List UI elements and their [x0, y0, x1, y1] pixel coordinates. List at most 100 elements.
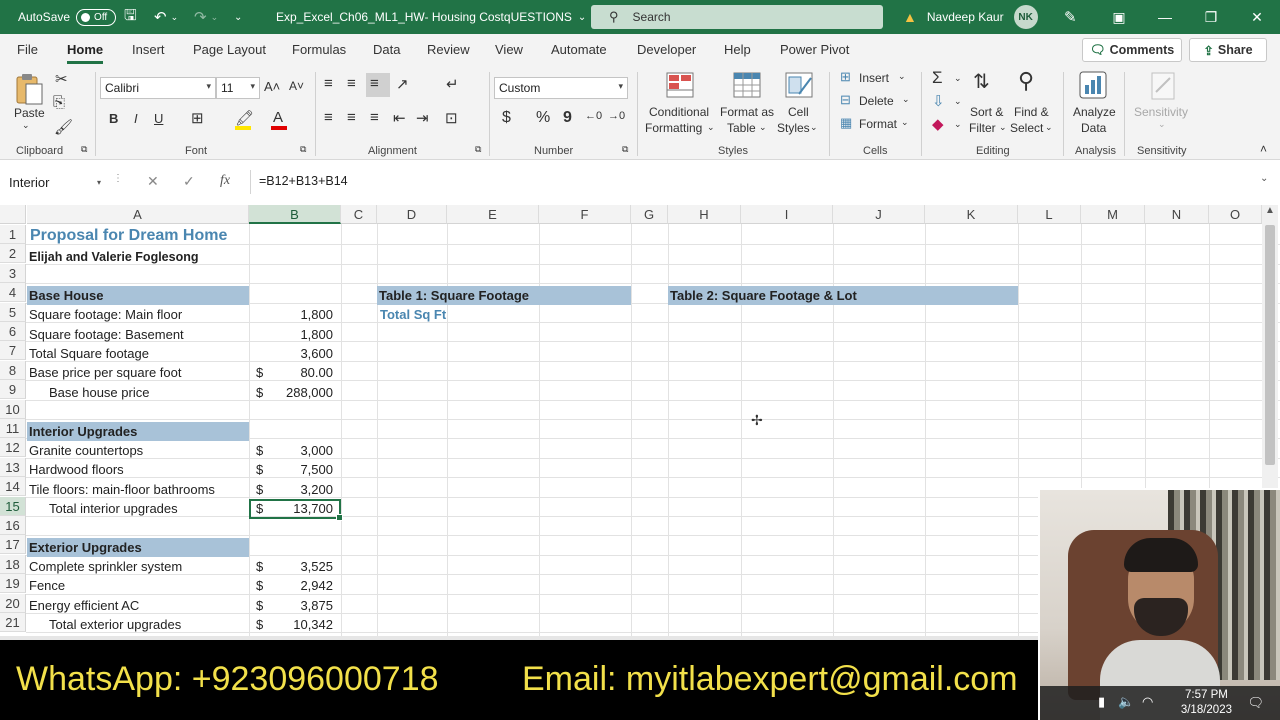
column-header-d[interactable]: D [377, 205, 447, 224]
notification-icon[interactable]: 🗨 [1247, 695, 1264, 711]
tab-formulas[interactable]: Formulas [292, 42, 346, 57]
column-header-k[interactable]: K [925, 205, 1018, 224]
insert-cells-button[interactable]: Insert [859, 71, 889, 85]
find-select-label-2[interactable]: Select [1010, 121, 1043, 135]
cell-a5[interactable]: Square footage: Main floor [29, 305, 182, 324]
share-button[interactable]: ⇪ Share [1189, 38, 1267, 62]
row-header-5[interactable]: 5 [0, 303, 26, 322]
increase-font-icon[interactable]: A˄ [264, 79, 280, 94]
dialog-launcher-icon[interactable]: ⧉ [300, 144, 306, 155]
cell-a15[interactable]: Total interior upgrades [49, 499, 178, 518]
cell-a21[interactable]: Total exterior upgrades [49, 615, 181, 634]
cell-a12[interactable]: Granite countertops [29, 441, 143, 460]
cell-a7[interactable]: Total Square footage [29, 344, 149, 363]
ribbon-display-icon[interactable]: ▣ [1096, 9, 1142, 26]
autosave-control[interactable]: AutoSave Off [18, 0, 117, 34]
row-header-11[interactable]: 11 [0, 419, 26, 438]
font-size-combo[interactable]: 11 ▾ [216, 77, 260, 99]
row-header-12[interactable]: 12 [0, 438, 26, 457]
minimize-icon[interactable]: — [1142, 9, 1188, 25]
cell-b18[interactable]: 3,525 [300, 557, 333, 576]
cell-a13[interactable]: Hardwood floors [29, 460, 124, 479]
user-account[interactable]: ▲ Navdeep Kaur NK [903, 0, 1038, 34]
cell-b8[interactable]: 80.00 [300, 363, 333, 382]
format-cells-button[interactable]: Format [859, 117, 897, 131]
currency-button[interactable]: $ [502, 109, 511, 127]
cell-b5[interactable]: 1,800 [300, 305, 333, 324]
copy-icon[interactable]: ⎘ [53, 94, 65, 111]
cell-a2[interactable]: Elijah and Valerie Foglesong [29, 248, 199, 267]
cell-a4[interactable]: Base House [29, 286, 103, 305]
cell-styles-label-1[interactable]: Cell [788, 105, 809, 119]
volume-icon[interactable]: 🔈 [1118, 694, 1134, 710]
cell-b13[interactable]: 7,500 [300, 460, 333, 479]
merge-center-icon[interactable]: ⊡ [445, 109, 458, 127]
row-header-16[interactable]: 16 [0, 516, 26, 535]
sort-filter-label-2[interactable]: Filter [969, 121, 996, 135]
sort-filter-label-1[interactable]: Sort & [970, 105, 1003, 119]
sort-filter-icon[interactable]: ⇅ [973, 69, 990, 94]
cell-a6[interactable]: Square footage: Basement [29, 325, 184, 344]
align-top-icon[interactable]: ≡ [324, 75, 333, 92]
expand-formula-icon[interactable]: ⌄ [1260, 173, 1268, 184]
format-cells-icon[interactable]: ▦ [840, 115, 852, 131]
row-header-14[interactable]: 14 [0, 477, 26, 496]
formula-input[interactable]: =B12+B13+B14 [259, 174, 348, 188]
decrease-decimal-icon[interactable]: →0 [608, 110, 625, 122]
row-header-1[interactable]: 1 [0, 225, 26, 244]
autosave-toggle[interactable]: Off [76, 8, 117, 26]
cell-styles-label-2[interactable]: Styles [777, 121, 810, 135]
row-header-13[interactable]: 13 [0, 458, 26, 477]
row-header-19[interactable]: 19 [0, 574, 26, 593]
tab-developer[interactable]: Developer [637, 42, 696, 57]
analyze-data-label-1[interactable]: Analyze [1073, 105, 1116, 119]
delete-cells-button[interactable]: Delete [859, 94, 894, 108]
orientation-icon[interactable]: ↗ [396, 75, 409, 93]
pen-icon[interactable]: ✎ [1064, 0, 1077, 34]
tab-page-layout[interactable]: Page Layout [193, 42, 266, 57]
row-header-6[interactable]: 6 [0, 322, 26, 341]
delete-cells-icon[interactable]: ⊟ [840, 92, 851, 108]
redo-icon[interactable]: ↷ ⌄ [194, 0, 218, 34]
select-all-corner[interactable] [0, 205, 26, 224]
cell-b6[interactable]: 1,800 [300, 325, 333, 344]
autosum-icon[interactable]: Σ [932, 68, 943, 88]
row-header-3[interactable]: 3 [0, 264, 26, 283]
column-header-c[interactable]: C [341, 205, 377, 224]
tab-home[interactable]: Home [67, 42, 104, 64]
tab-view[interactable]: View [495, 42, 523, 57]
document-title[interactable]: Exp_Excel_Ch06_ML1_HW- Housing CostqUEST… [276, 0, 586, 34]
close-icon[interactable]: ✕ [1234, 9, 1280, 26]
number-format-combo[interactable]: Custom ▾ [494, 77, 628, 99]
format-as-table-label-1[interactable]: Format as [720, 105, 774, 119]
find-select-icon[interactable]: ⚲ [1018, 68, 1034, 94]
tab-review[interactable]: Review [427, 42, 470, 57]
align-center-icon[interactable]: ≡ [347, 109, 356, 126]
tab-automate[interactable]: Automate [551, 42, 607, 57]
paste-dropdown-icon[interactable]: ⌄ [22, 120, 30, 131]
column-header-a[interactable]: A [27, 205, 249, 224]
tab-help[interactable]: Help [724, 42, 751, 57]
row-header-18[interactable]: 18 [0, 555, 26, 574]
cell-b12[interactable]: 3,000 [300, 441, 333, 460]
cell-b14[interactable]: 3,200 [300, 480, 333, 499]
column-header-b[interactable]: B [249, 205, 341, 224]
collapse-ribbon-icon[interactable]: ˄ [1260, 142, 1267, 156]
active-cell-b15[interactable] [249, 499, 343, 521]
align-middle-icon[interactable]: ≡ [347, 75, 356, 92]
bold-button[interactable]: B [109, 111, 118, 126]
cell-a9[interactable]: Base house price [49, 383, 149, 402]
align-bottom-icon[interactable]: ≡ [370, 75, 379, 92]
font-color-icon[interactable]: A [273, 109, 283, 126]
tab-data[interactable]: Data [373, 42, 400, 57]
cell-b9[interactable]: 288,000 [286, 383, 333, 402]
row-header-9[interactable]: 9 [0, 380, 26, 399]
conditional-formatting-label-2[interactable]: Formatting [645, 121, 702, 135]
save-icon[interactable]: 🖫 [124, 0, 137, 34]
cell-d5[interactable]: Total Sq Ft [380, 305, 446, 324]
cut-icon[interactable]: ✂ [55, 70, 68, 88]
format-as-table-icon[interactable] [733, 72, 763, 102]
cell-b19[interactable]: 2,942 [300, 576, 333, 595]
cell-b20[interactable]: 3,875 [300, 596, 333, 615]
column-header-g[interactable]: G [631, 205, 668, 224]
